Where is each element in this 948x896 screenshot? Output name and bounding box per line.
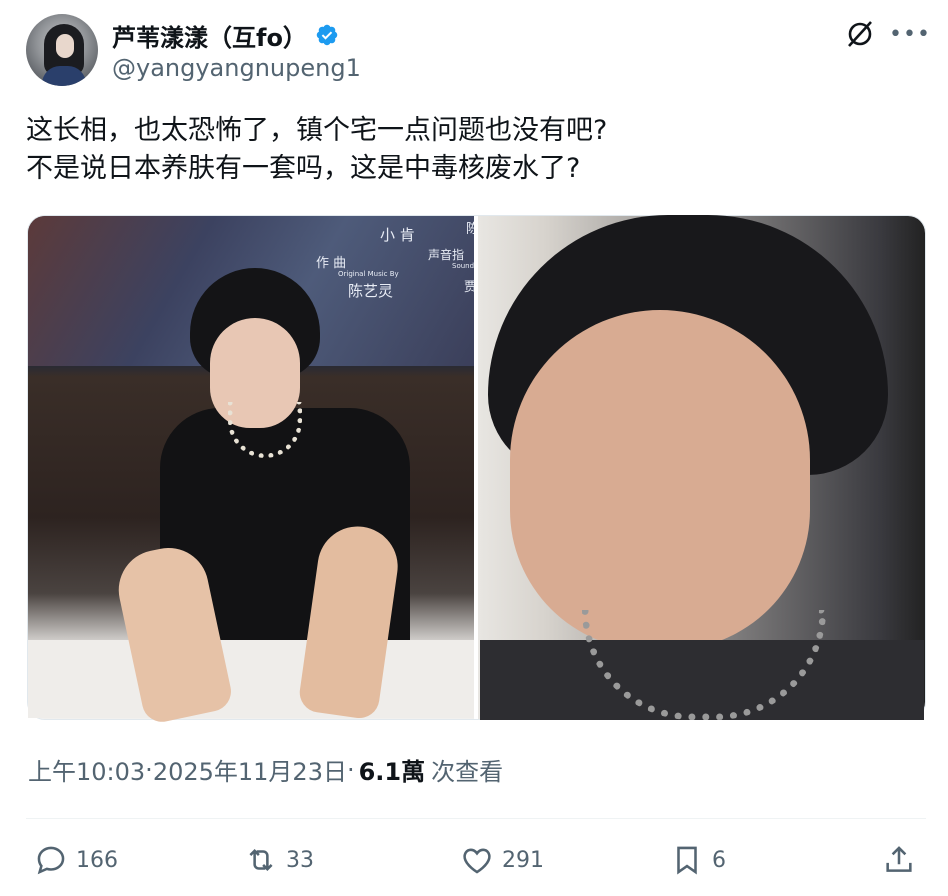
screen-text: 贾 (464, 276, 474, 295)
name-row: 芦苇漾漾（互fo） (112, 18, 339, 52)
tweet-header: 芦苇漾漾（互fo） @yangyangnupeng1 ••• (26, 14, 930, 86)
bookmark-count: 6 (712, 847, 726, 873)
views-label: 次查看 (431, 758, 504, 786)
share-button[interactable] (882, 838, 916, 882)
reply-count: 166 (76, 847, 118, 873)
retweet-icon (249, 848, 273, 872)
share-icon (886, 846, 912, 872)
tweet-line: 不是说日本养肤有一套吗，这是中毒核废水了? (26, 153, 581, 184)
divider (26, 818, 926, 819)
like-button[interactable]: 291 (460, 838, 544, 882)
meta-separator: · (346, 755, 355, 784)
tweet-text: 这长相，也太恐怖了，镇个宅一点问题也没有吧? 不是说日本养肤有一套吗，这是中毒核… (26, 112, 926, 188)
tweet-date[interactable]: 2025年11月23日 (153, 752, 347, 787)
display-name[interactable]: 芦苇漾漾（互fo） (112, 18, 307, 53)
like-icon (463, 848, 491, 874)
screen-text: 声音指 (428, 248, 465, 262)
tweet-time[interactable]: 上午10:03 (28, 752, 145, 787)
tweet-line: 这长相，也太恐怖了，镇个宅一点问题也没有吧? (26, 115, 608, 146)
retweet-button[interactable]: 33 (244, 838, 314, 882)
screen-text: 陈艺灵 (348, 282, 394, 300)
views-count: 6.1萬 (358, 758, 426, 786)
more-icon[interactable]: ••• (889, 18, 930, 50)
reply-icon (37, 846, 65, 875)
avatar[interactable] (26, 14, 98, 86)
screen-text: Sound (452, 262, 474, 270)
screen-text: 小 肯 (380, 226, 415, 244)
verified-icon (316, 24, 338, 46)
meta-separator: · (145, 755, 153, 784)
reply-button[interactable]: 166 (34, 838, 118, 882)
screen-text: Original Music By (338, 270, 399, 278)
screen-text: 作 曲 (316, 256, 347, 271)
bookmark-icon (677, 846, 697, 875)
like-count: 291 (502, 847, 544, 873)
grok-icon[interactable] (844, 18, 876, 50)
tweet-meta: 上午10:03 · 2025年11月23日 · 6.1萬 次查看 (28, 752, 503, 787)
screen-text: 陈 (466, 218, 474, 237)
retweet-count: 33 (286, 847, 314, 873)
action-bar: 166 33 291 6 (26, 838, 926, 882)
bookmark-button[interactable]: 6 (670, 838, 726, 882)
handle[interactable]: @yangyangnupeng1 (112, 54, 361, 82)
